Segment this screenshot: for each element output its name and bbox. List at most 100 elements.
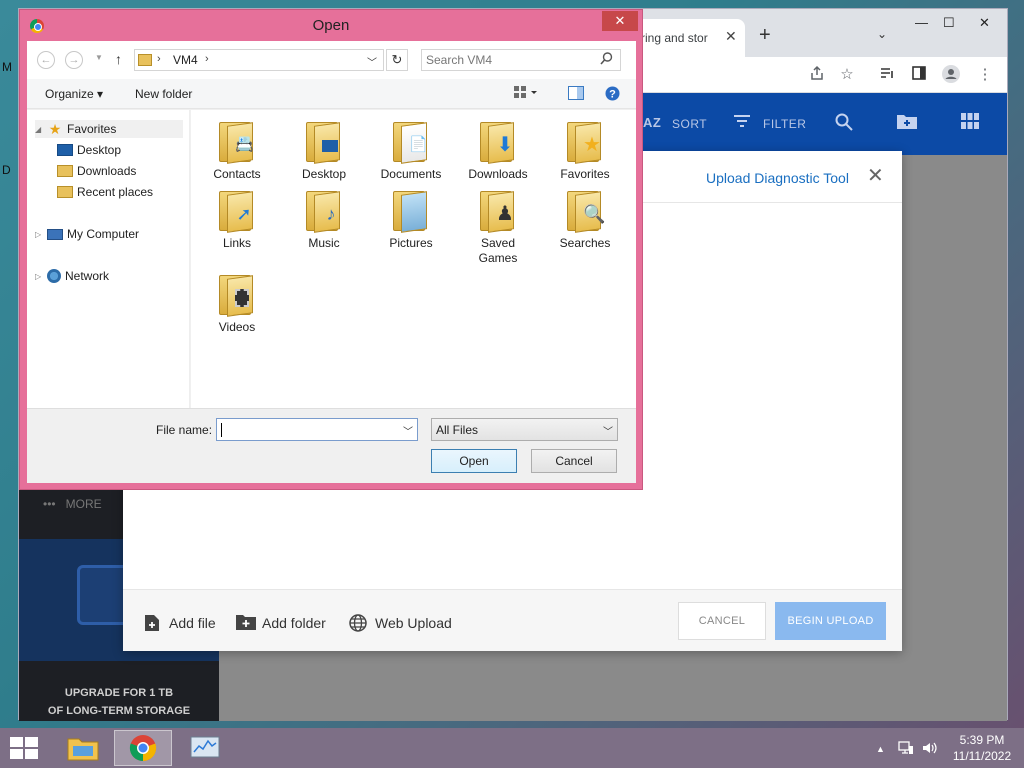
browser-tab[interactable]: ring and stor ✕ bbox=[627, 19, 745, 57]
web-upload-button[interactable]: Web Upload bbox=[349, 614, 452, 632]
task-manager-taskbar-button[interactable] bbox=[176, 730, 234, 766]
open-button[interactable]: Open bbox=[431, 449, 517, 473]
upgrade-text-line: UPGRADE FOR 1 TB bbox=[64, 687, 174, 699]
browser-tab-title: ring and stor bbox=[641, 31, 708, 45]
menu-kebab-icon[interactable]: ⋮ bbox=[975, 65, 995, 85]
close-icon[interactable]: ✕ bbox=[867, 166, 884, 186]
folder-item-pictures[interactable]: Pictures bbox=[369, 189, 453, 251]
modal-cancel-button[interactable]: CANCEL bbox=[678, 602, 766, 640]
close-window-button[interactable]: ✕ bbox=[979, 15, 990, 31]
new-tab-button[interactable]: + bbox=[759, 25, 771, 45]
reading-list-icon[interactable] bbox=[877, 65, 897, 85]
back-arrow-icon[interactable]: ← bbox=[37, 51, 55, 69]
file-explorer-taskbar-button[interactable] bbox=[54, 730, 112, 766]
folder-item-searches[interactable]: 🔍 Searches bbox=[543, 189, 627, 251]
sort-az-icon[interactable]: AZ bbox=[643, 115, 661, 130]
forward-arrow-icon[interactable]: → bbox=[65, 51, 83, 69]
folder-item-desktop[interactable]: Desktop bbox=[282, 120, 366, 182]
folder-item-favorites[interactable]: ★ Favorites bbox=[543, 120, 627, 182]
search-icon[interactable] bbox=[600, 52, 613, 68]
share-icon[interactable] bbox=[807, 65, 827, 85]
begin-upload-button[interactable]: BEGIN UPLOAD bbox=[775, 602, 886, 640]
chevron-down-icon[interactable]: ﹀ bbox=[603, 423, 613, 438]
minimize-button[interactable]: — bbox=[915, 15, 928, 30]
nav-item-downloads[interactable]: Downloads bbox=[57, 162, 136, 180]
folder-icon: ➚ bbox=[217, 189, 257, 233]
chrome-taskbar-button[interactable] bbox=[114, 730, 172, 766]
cancel-button[interactable]: Cancel bbox=[531, 449, 617, 473]
desktop-icon bbox=[322, 140, 338, 152]
new-folder-button[interactable]: New folder bbox=[135, 87, 192, 101]
nav-item-label: Desktop bbox=[77, 143, 122, 157]
nav-item-network[interactable]: ▷ Network bbox=[35, 267, 109, 285]
dialog-close-button[interactable]: ✕ bbox=[602, 11, 638, 31]
profile-icon[interactable] bbox=[941, 65, 961, 85]
dialog-title-bar[interactable]: Open ✕ bbox=[20, 10, 642, 40]
tab-search-icon[interactable]: ⌄ bbox=[877, 27, 887, 41]
folder-icon: 📄 bbox=[391, 120, 431, 164]
breadcrumb-chevron-icon[interactable]: › bbox=[205, 53, 209, 65]
add-file-button[interactable]: Add file bbox=[143, 614, 216, 632]
network-status-icon[interactable] bbox=[898, 741, 914, 758]
upgrade-text[interactable]: UPGRADE FOR 1 TB OF LONG-TERM STORAGE bbox=[19, 687, 219, 714]
picture-icon bbox=[409, 205, 427, 223]
system-clock[interactable]: 5:39 PM 11/11/2022 bbox=[944, 732, 1020, 764]
nav-item-my-computer[interactable]: ▷ My Computer bbox=[35, 225, 139, 243]
help-icon[interactable]: ? bbox=[605, 86, 621, 101]
nav-item-favorites[interactable]: ◢ ★ Favorites bbox=[35, 120, 183, 138]
music-note-icon: ♪ bbox=[326, 204, 336, 224]
breadcrumb-chevron-icon[interactable]: › bbox=[157, 53, 161, 65]
new-folder-icon[interactable] bbox=[897, 113, 917, 134]
nav-item-desktop[interactable]: Desktop bbox=[57, 141, 121, 159]
filter-icon[interactable] bbox=[733, 113, 751, 134]
folder-item-contacts[interactable]: 📇 Contacts bbox=[195, 120, 279, 182]
folder-label: Videos bbox=[218, 320, 256, 334]
folder-item-saved-games[interactable]: ♟ Saved Games bbox=[456, 189, 540, 266]
refresh-icon[interactable]: ↻ bbox=[386, 49, 408, 71]
search-icon[interactable] bbox=[835, 113, 853, 136]
preview-pane-icon[interactable] bbox=[568, 86, 584, 100]
chevron-down-icon[interactable]: ﹀ bbox=[367, 54, 377, 69]
start-button[interactable] bbox=[8, 736, 38, 760]
up-arrow-icon[interactable]: ↑ bbox=[115, 51, 122, 67]
recent-locations-dropdown-icon[interactable]: ▼ bbox=[95, 53, 103, 62]
open-file-dialog: Open ✕ ← → ▼ ↑ › VM4 › ﹀ ↻ Search VM4 Or… bbox=[19, 9, 643, 490]
more-menu[interactable]: ••• MORE bbox=[43, 497, 102, 511]
search-input[interactable] bbox=[426, 52, 596, 68]
folder-item-music[interactable]: ♪ Music bbox=[282, 189, 366, 251]
desktop-icon-label: D bbox=[2, 163, 11, 177]
expand-arrow-icon[interactable]: ▷ bbox=[35, 272, 43, 281]
recent-places-icon bbox=[57, 186, 73, 198]
side-panel-icon[interactable] bbox=[909, 65, 929, 85]
maximize-button[interactable]: ☐ bbox=[943, 15, 955, 31]
change-view-icon[interactable] bbox=[514, 86, 537, 100]
chevron-down-icon[interactable]: ﹀ bbox=[403, 423, 413, 438]
file-type-select[interactable]: All Files ﹀ bbox=[431, 418, 618, 441]
add-folder-button[interactable]: Add folder bbox=[236, 614, 326, 632]
expand-arrow-icon[interactable]: ▷ bbox=[35, 230, 43, 239]
folder-item-links[interactable]: ➚ Links bbox=[195, 189, 279, 251]
show-hidden-icons-icon[interactable]: ▲ bbox=[876, 744, 885, 754]
folder-item-downloads[interactable]: ⬇ Downloads bbox=[456, 120, 540, 182]
sort-button[interactable]: SORT bbox=[672, 117, 707, 131]
organize-button[interactable]: Organize ▾ bbox=[45, 87, 103, 101]
breadcrumb-item[interactable]: VM4 bbox=[173, 53, 198, 67]
file-name-label: File name: bbox=[156, 423, 213, 437]
bookmark-star-icon[interactable]: ☆ bbox=[837, 65, 857, 85]
grid-view-icon[interactable] bbox=[961, 113, 979, 134]
nav-item-recent-places[interactable]: Recent places bbox=[57, 183, 153, 201]
file-name-input[interactable] bbox=[220, 422, 392, 437]
filter-button[interactable]: FILTER bbox=[763, 117, 806, 131]
web-upload-label: Web Upload bbox=[375, 615, 452, 631]
folder-item-videos[interactable]: Videos bbox=[195, 273, 279, 335]
close-tab-icon[interactable]: ✕ bbox=[725, 28, 737, 45]
address-bar[interactable]: › VM4 › ﹀ bbox=[134, 49, 384, 71]
folder-label: Documents bbox=[380, 167, 442, 181]
folder-item-documents[interactable]: 📄 Documents bbox=[369, 120, 453, 182]
volume-icon[interactable] bbox=[922, 741, 938, 758]
downloads-icon bbox=[57, 165, 73, 177]
search-field[interactable] bbox=[421, 49, 621, 71]
file-name-field[interactable]: ﹀ bbox=[216, 418, 418, 441]
collapse-arrow-icon[interactable]: ◢ bbox=[35, 125, 43, 134]
modal-footer: Add file Add folder Web Upload CANCEL BE… bbox=[123, 589, 902, 651]
